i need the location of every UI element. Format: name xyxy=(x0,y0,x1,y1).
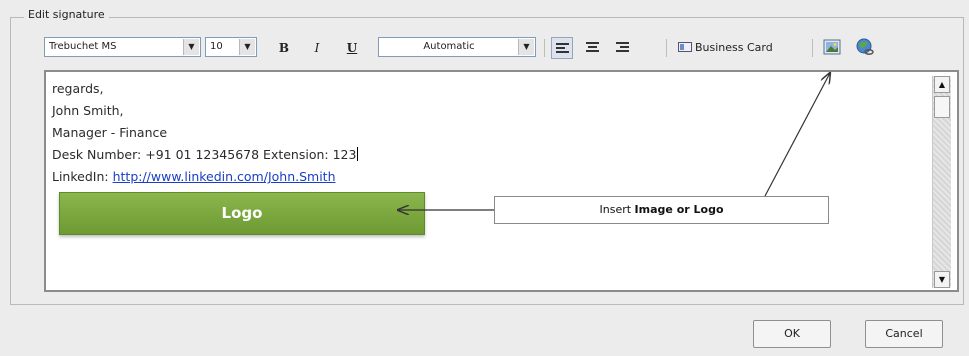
signature-line: John Smith, xyxy=(52,103,124,118)
insert-hyperlink-button[interactable] xyxy=(856,38,874,56)
chevron-down-icon: ▼ xyxy=(183,39,199,55)
font-family-value: Trebuchet MS xyxy=(49,41,117,52)
formatting-toolbar: Trebuchet MS ▼ 10 ▼ B I U Automatic ▼ Bu… xyxy=(44,35,944,61)
chevron-down-icon: ▼ xyxy=(239,39,255,55)
italic-button[interactable]: I xyxy=(306,38,328,58)
linkedin-link[interactable]: http://www.linkedin.com/John.Smith xyxy=(113,169,336,184)
scroll-down-icon[interactable]: ▼ xyxy=(934,271,950,288)
text-caret xyxy=(357,147,359,161)
chevron-down-icon: ▼ xyxy=(518,39,534,55)
cancel-button[interactable]: Cancel xyxy=(865,320,943,348)
callout-prefix: Insert xyxy=(599,203,635,216)
signature-editor[interactable]: regards, John Smith, Manager - Finance D… xyxy=(44,70,959,292)
font-size-select[interactable]: 10 ▼ xyxy=(205,37,257,57)
signature-line-desk: Desk Number: +91 01 12345678 Extension: … xyxy=(52,144,359,166)
align-center-icon xyxy=(586,42,599,44)
insert-image-callout: Insert Image or Logo xyxy=(494,196,829,224)
align-right-button[interactable] xyxy=(612,37,634,59)
align-center-button[interactable] xyxy=(582,37,604,59)
bold-button[interactable]: B xyxy=(273,38,295,58)
signature-line: Manager - Finance xyxy=(52,125,168,140)
toolbar-separator xyxy=(812,39,813,57)
font-color-select[interactable]: Automatic ▼ xyxy=(378,37,536,57)
font-size-value: 10 xyxy=(210,41,223,52)
align-left-icon xyxy=(556,43,569,45)
vertical-scrollbar[interactable]: ▲ ▼ xyxy=(932,76,951,288)
business-card-button[interactable]: Business Card xyxy=(678,38,773,58)
callout-bold: Image or Logo xyxy=(634,203,724,216)
underline-button[interactable]: U xyxy=(341,38,363,58)
signature-text[interactable]: regards, John Smith, Manager - Finance D… xyxy=(52,78,359,188)
picture-icon xyxy=(823,39,841,55)
signature-line: Desk Number: +91 01 12345678 Extension: … xyxy=(52,147,357,162)
toolbar-separator xyxy=(666,39,667,57)
ok-button[interactable]: OK xyxy=(753,320,831,348)
linkedin-label: LinkedIn: xyxy=(52,169,109,184)
business-card-label: Business Card xyxy=(695,41,773,54)
hyperlink-globe-icon xyxy=(856,38,874,55)
group-legend: Edit signature xyxy=(24,8,109,21)
logo-image: Logo xyxy=(59,192,425,235)
font-family-select[interactable]: Trebuchet MS ▼ xyxy=(44,37,201,57)
toolbar-separator xyxy=(544,39,545,57)
business-card-icon xyxy=(678,42,692,52)
signature-line-linkedin: LinkedIn: http://www.linkedin.com/John.S… xyxy=(52,166,358,188)
align-left-button[interactable] xyxy=(551,37,573,59)
scroll-thumb[interactable] xyxy=(934,96,950,118)
align-right-icon xyxy=(616,42,629,44)
font-color-value: Automatic xyxy=(423,41,475,52)
insert-picture-button[interactable] xyxy=(822,37,842,57)
signature-line: regards, xyxy=(52,81,104,96)
scroll-up-icon[interactable]: ▲ xyxy=(934,76,950,93)
